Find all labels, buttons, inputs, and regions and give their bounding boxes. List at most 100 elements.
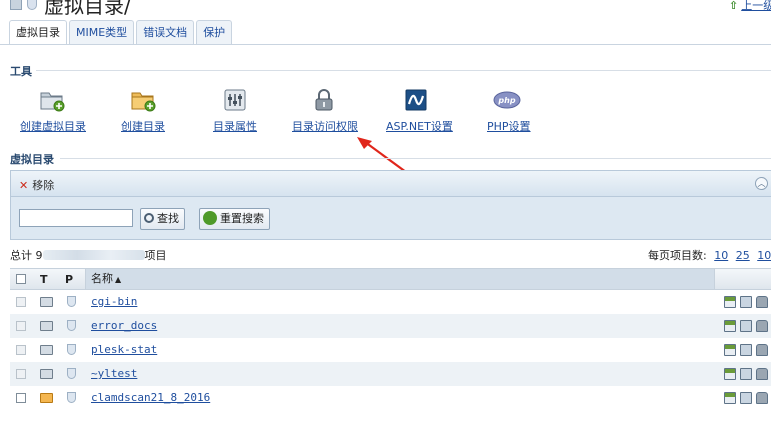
search-input[interactable]	[19, 209, 133, 227]
table-row: cgi-bin	[10, 290, 771, 314]
tab-virtual-directories[interactable]: 虚拟目录	[9, 20, 67, 45]
lock-icon[interactable]	[756, 368, 768, 380]
directory-icon	[40, 345, 53, 355]
browse-icon[interactable]	[724, 344, 736, 356]
folder-add-icon	[131, 92, 156, 112]
reset-search-label: 重置搜索	[220, 212, 264, 225]
lock-icon[interactable]	[756, 344, 768, 356]
php-icon: php	[493, 91, 521, 109]
page-header: 虚拟目录/ ⇧ 上一级	[0, 0, 771, 18]
create-virtual-directory-button[interactable]: 创建虚拟目录	[20, 88, 86, 134]
browse-icon[interactable]	[724, 392, 736, 404]
lock-icon[interactable]	[756, 296, 768, 308]
list-action-bar: ✕ 移除 ︿	[11, 171, 771, 197]
sort-ascending-icon: ▲	[115, 275, 122, 284]
directory-name-link[interactable]: ~yltest	[91, 367, 137, 380]
folder-icon	[40, 393, 53, 403]
row-checkbox[interactable]	[16, 369, 26, 379]
magnifier-icon	[144, 213, 154, 223]
reset-search-button[interactable]: 重置搜索	[199, 208, 270, 230]
properties-icon[interactable]	[740, 344, 752, 356]
remove-icon: ✕	[19, 179, 29, 192]
row-checkbox[interactable]	[16, 393, 26, 403]
select-all-checkbox[interactable]	[16, 274, 26, 287]
directory-access-permissions-label: 目录访问权限	[292, 120, 358, 133]
properties-icon[interactable]	[740, 296, 752, 308]
shield-icon	[67, 392, 76, 403]
create-directory-label: 创建目录	[121, 120, 165, 133]
table-header: T P 名称 ▲	[10, 268, 771, 290]
directory-name-link[interactable]: error_docs	[91, 319, 157, 332]
browse-icon[interactable]	[724, 320, 736, 332]
properties-sliders-icon	[224, 89, 246, 111]
table-row: plesk-stat	[10, 338, 771, 362]
up-level-label: 上一级	[741, 0, 771, 12]
row-checkbox[interactable]	[16, 345, 26, 355]
create-directory-button[interactable]: 创建目录	[121, 88, 165, 134]
remove-button[interactable]: ✕ 移除	[19, 177, 54, 193]
items-total-suffix: 项目	[144, 249, 167, 262]
directory-icon	[40, 321, 53, 331]
tools-divider	[36, 70, 771, 71]
tools-heading: 工具	[10, 65, 32, 78]
directory-access-permissions-button[interactable]: 目录访问权限	[292, 88, 358, 134]
items-total: 总计 9 项目	[10, 247, 167, 263]
aspnet-icon	[405, 89, 427, 111]
create-virtual-directory-label: 创建虚拟目录	[20, 120, 86, 133]
svg-text:php: php	[497, 96, 515, 105]
browse-icon[interactable]	[724, 368, 736, 380]
shield-icon	[67, 368, 76, 379]
padlock-icon	[315, 89, 333, 111]
table-row: ~yltest	[10, 362, 771, 386]
shield-icon	[67, 296, 76, 307]
lock-icon[interactable]	[756, 320, 768, 332]
up-level-link[interactable]: ⇧ 上一级	[729, 0, 771, 13]
items-total-prefix: 总计 9	[10, 249, 43, 262]
remove-label: 移除	[32, 179, 55, 192]
tab-protection[interactable]: 保护	[196, 20, 233, 44]
tab-mime-types[interactable]: MIME类型	[69, 20, 135, 44]
virtual-directory-divider	[60, 158, 771, 159]
refresh-icon	[203, 211, 217, 225]
column-header-p[interactable]: P	[65, 273, 73, 286]
search-button[interactable]: 查找	[140, 208, 185, 230]
properties-icon[interactable]	[740, 368, 752, 380]
directory-properties-button[interactable]: 目录属性	[213, 88, 257, 134]
page-title: 虚拟目录/	[44, 0, 131, 18]
per-page-100[interactable]: 100	[757, 249, 771, 262]
directory-icon	[40, 369, 53, 379]
browse-icon[interactable]	[724, 296, 736, 308]
aspnet-settings-button[interactable]: ASP.NET设置	[386, 88, 453, 134]
directory-name-link[interactable]: cgi-bin	[91, 295, 137, 308]
aspnet-settings-label: ASP.NET设置	[386, 120, 453, 133]
tab-error-docs[interactable]: 错误文档	[136, 20, 195, 44]
row-checkbox[interactable]	[16, 297, 26, 307]
column-header-name-label: 名称	[91, 272, 113, 285]
collapse-button[interactable]: ︿	[755, 177, 768, 190]
properties-icon[interactable]	[740, 320, 752, 332]
lock-icon[interactable]	[756, 392, 768, 404]
directory-icon	[10, 0, 22, 10]
directory-properties-label: 目录属性	[213, 120, 257, 133]
search-button-label: 查找	[157, 212, 179, 225]
per-page-10[interactable]: 10	[714, 249, 728, 262]
column-header-t[interactable]: T	[40, 273, 48, 286]
shield-icon	[67, 344, 76, 355]
per-page-25[interactable]: 25	[736, 249, 750, 262]
tab-divider	[0, 44, 771, 45]
list-toolbar-panel: ✕ 移除 ︿ 查找 重置搜索	[10, 170, 771, 240]
directory-name-link[interactable]: clamdscan21_8_2016	[91, 391, 210, 404]
items-per-page-label: 每页项目数:	[648, 249, 707, 262]
column-header-name[interactable]: 名称 ▲	[85, 269, 715, 289]
row-checkbox[interactable]	[16, 321, 26, 331]
php-settings-button[interactable]: php PHP设置	[487, 88, 531, 134]
items-per-page: 每页项目数: 10 25 100 所有	[648, 247, 771, 263]
shield-icon	[27, 0, 37, 10]
virtual-directory-heading: 虚拟目录	[10, 153, 54, 166]
properties-icon[interactable]	[740, 392, 752, 404]
directory-name-link[interactable]: plesk-stat	[91, 343, 157, 356]
folder-add-icon	[40, 92, 65, 112]
table-row: clamdscan21_8_2016	[10, 386, 771, 410]
table-row: error_docs	[10, 314, 771, 338]
redacted-text	[42, 250, 145, 260]
